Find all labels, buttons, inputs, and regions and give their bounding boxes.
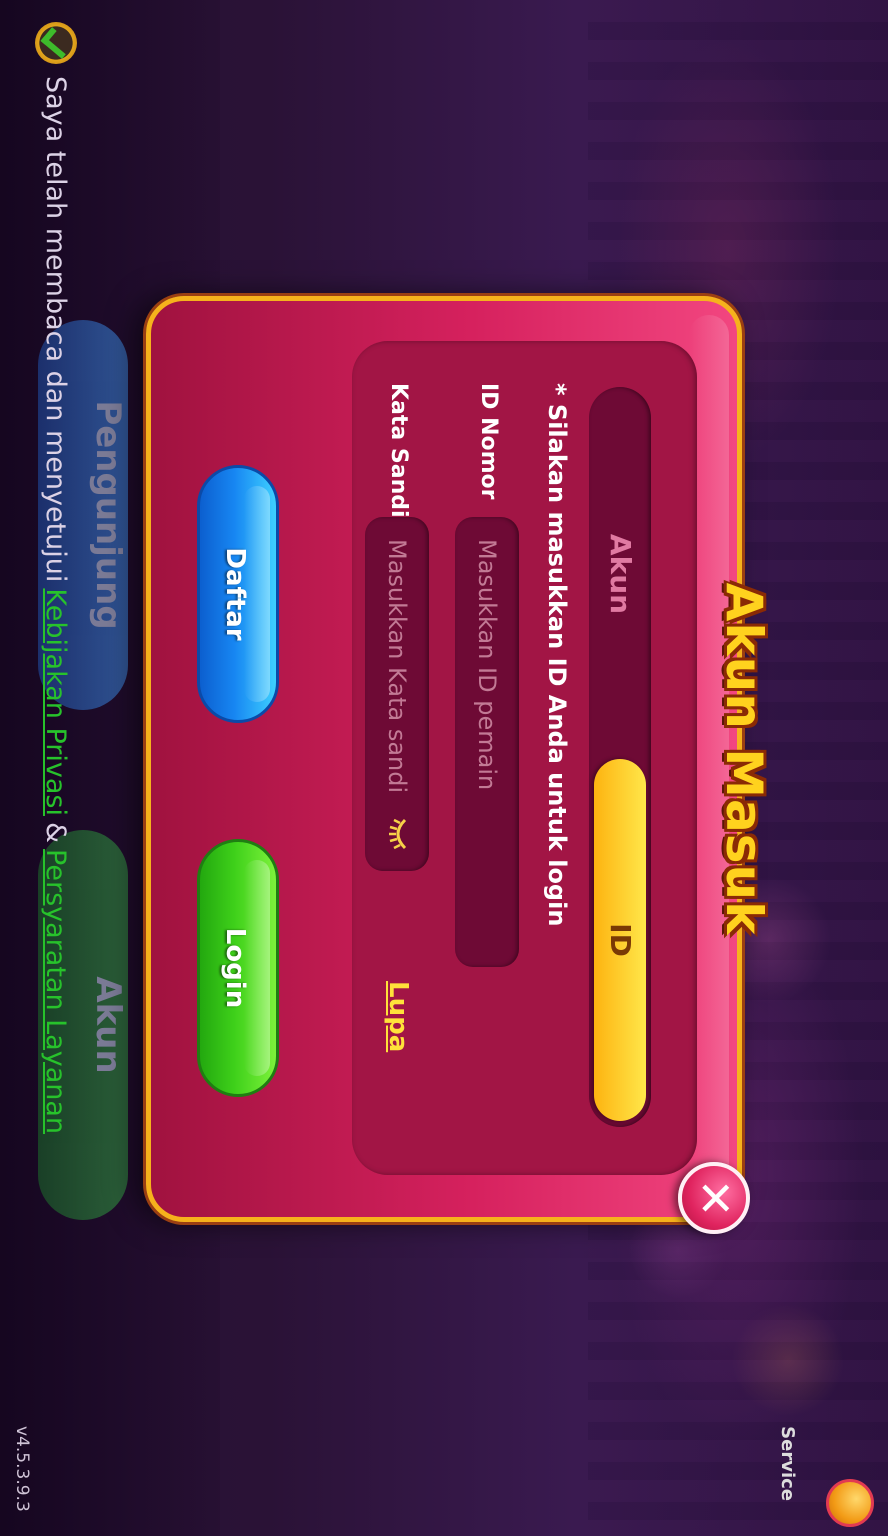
eye-closed-icon[interactable] — [385, 817, 411, 851]
checkbox-checked-icon[interactable] — [35, 22, 77, 64]
close-icon: ✕ — [688, 1178, 742, 1218]
forgot-password-link[interactable]: Lupa — [383, 981, 413, 1052]
game-stage: Pengunjung Akun Service Akun Masuk Akun … — [0, 0, 888, 1536]
close-button[interactable]: ✕ — [678, 1162, 750, 1234]
id-input[interactable]: Masukkan ID pemain — [455, 517, 519, 967]
register-button[interactable]: Daftar — [197, 465, 279, 723]
agreement-text: Saya telah membaca dan menyetujui — [40, 76, 72, 583]
service-icon — [826, 1479, 874, 1527]
login-tabs: Akun ID — [589, 387, 651, 1127]
agreement-row: Saya telah membaca dan menyetujui Kebija… — [32, 22, 80, 1140]
service-button[interactable]: Service — [772, 1425, 882, 1527]
background-account-label: Akun — [88, 976, 128, 1074]
service-label: Service — [777, 1426, 798, 1501]
dialog-title: Akun Masuk — [715, 582, 773, 936]
tab-account[interactable]: Akun — [594, 393, 646, 755]
background-guest-label: Pengunjung — [88, 400, 128, 630]
id-field-label: ID Nomor — [476, 383, 501, 500]
tab-id[interactable]: ID — [594, 759, 646, 1121]
privacy-policy-link[interactable]: Kebijakan Privasi — [41, 588, 72, 816]
version-label: v4.5.3.9.3 — [12, 1426, 32, 1512]
login-form-panel: Akun ID * Silakan masukkan ID Anda untuk… — [352, 341, 697, 1175]
register-button-shine — [244, 486, 270, 702]
password-placeholder: Masukkan Kata sandi — [383, 539, 411, 794]
login-button-shine — [244, 860, 270, 1076]
agreement-ampersand: & — [40, 821, 72, 844]
login-dialog: Akun Masuk Akun ID * Silakan masukkan ID… — [146, 296, 773, 1222]
login-notice: * Silakan masukkan ID Anda untuk login — [543, 383, 571, 927]
password-input[interactable]: Masukkan Kata sandi — [365, 517, 429, 871]
login-button[interactable]: Login — [197, 839, 279, 1097]
password-field-label: Kata Sandi — [386, 383, 411, 518]
terms-of-service-link[interactable]: Persyaratan Layanan — [41, 849, 72, 1134]
